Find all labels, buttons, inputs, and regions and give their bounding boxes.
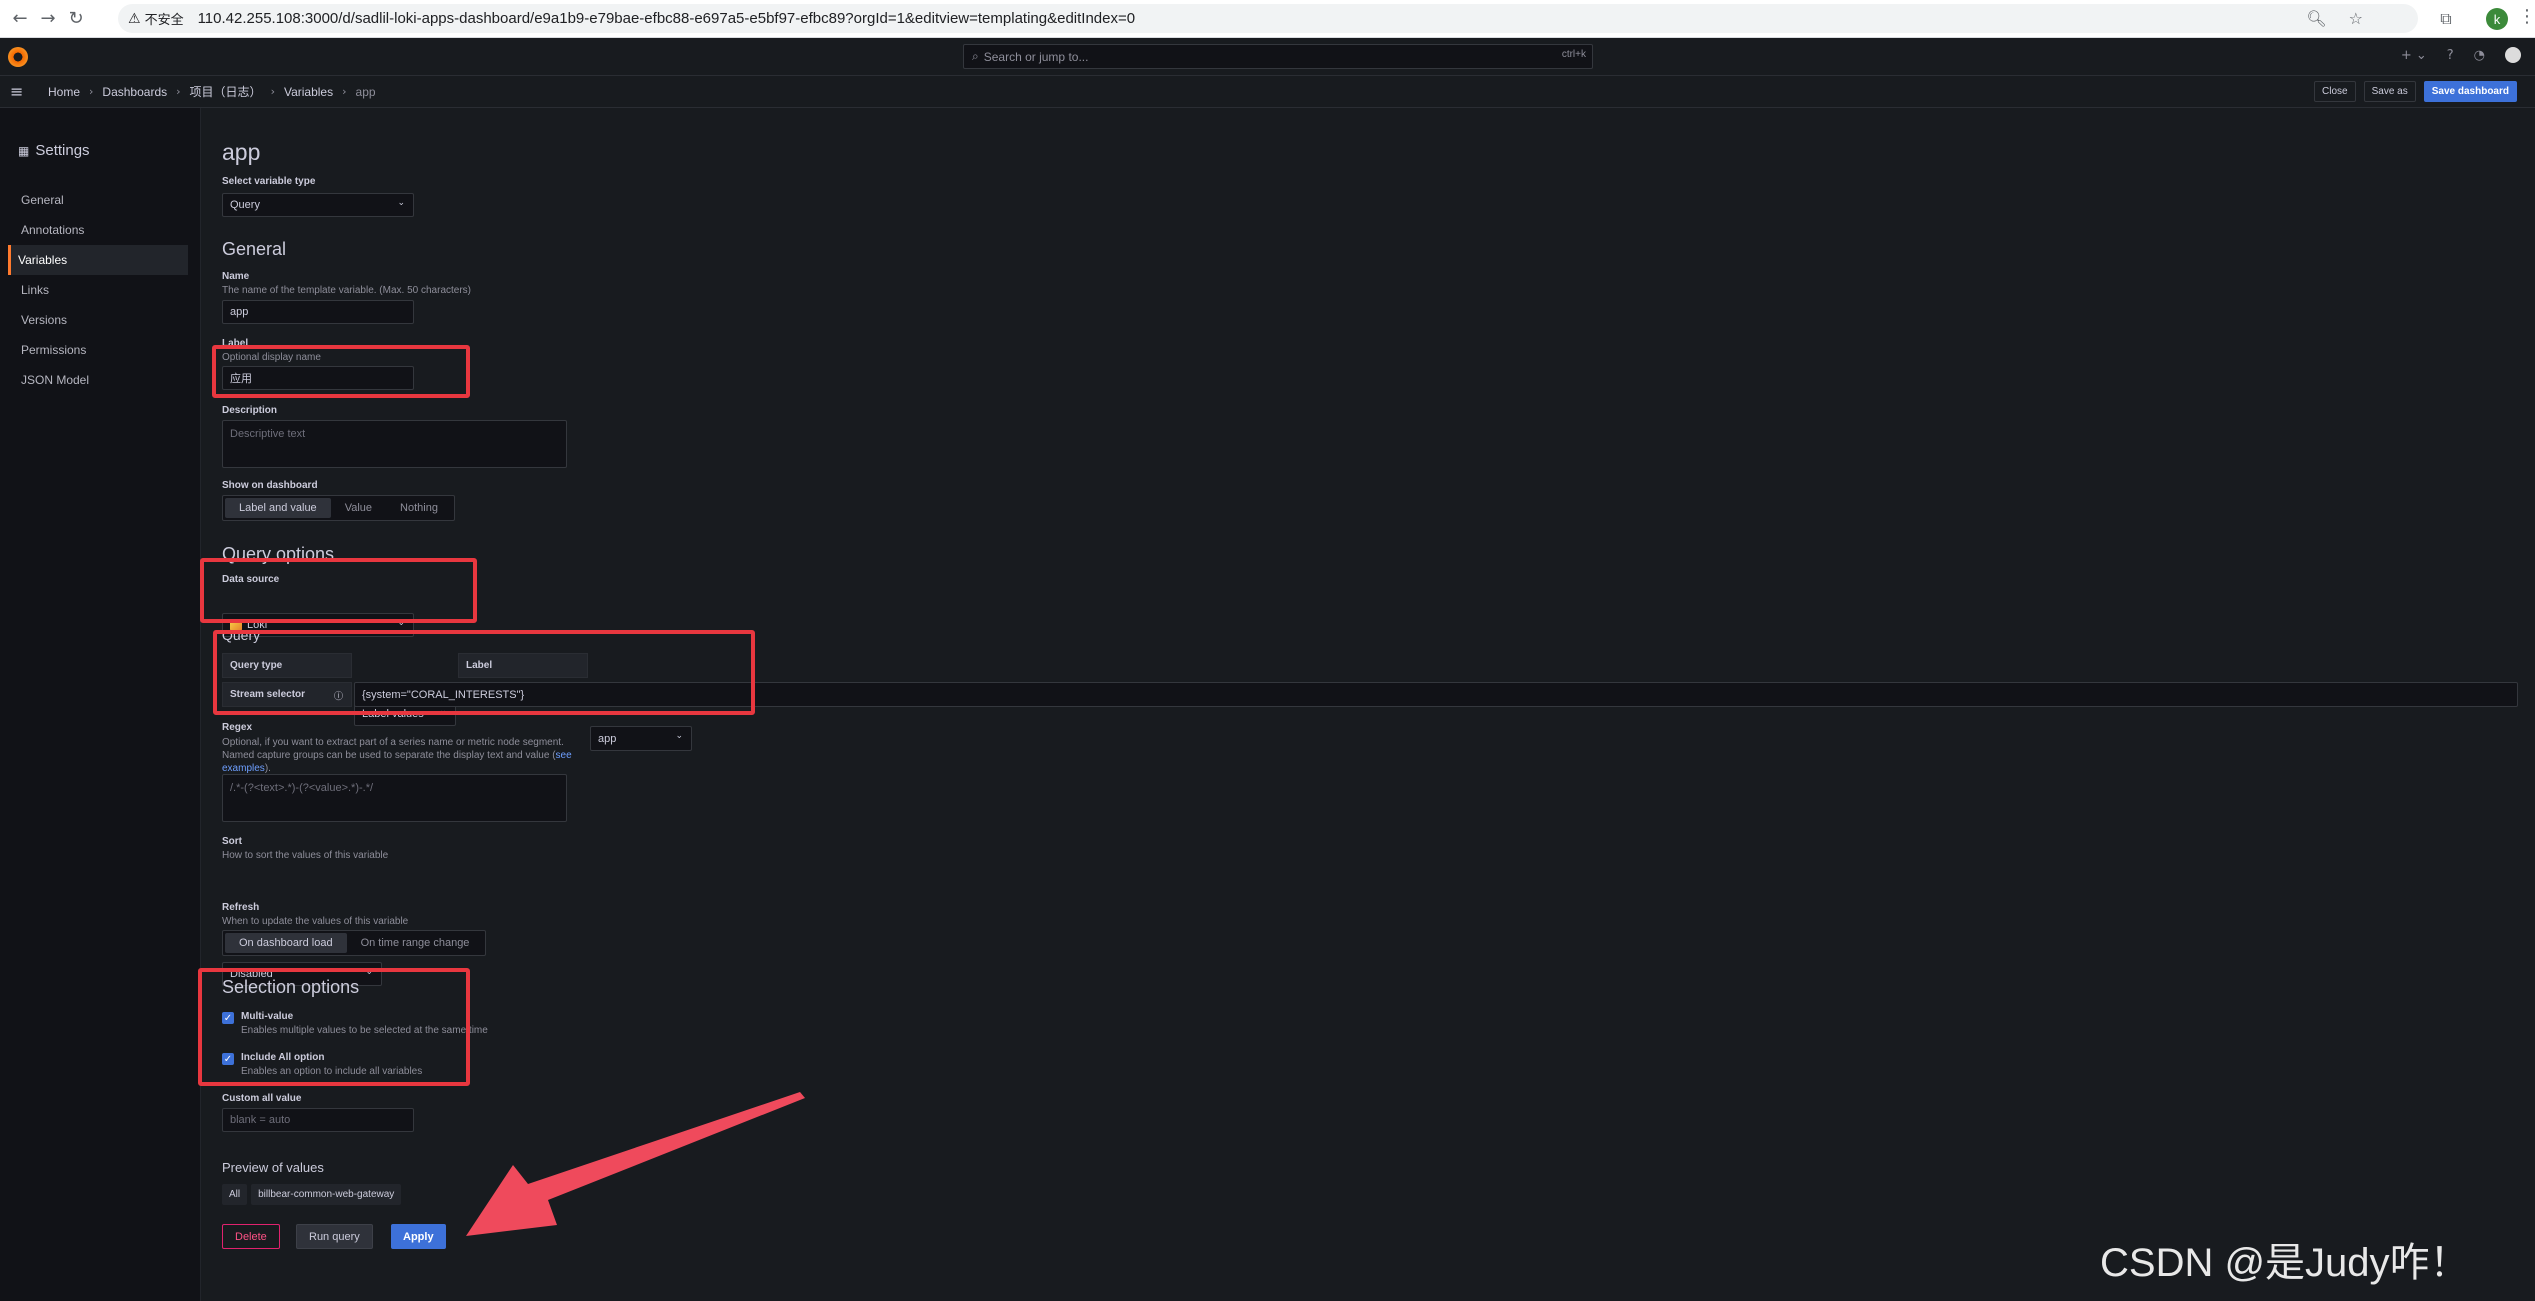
arrow-shape <box>466 1092 805 1236</box>
watermark: CSDN @是Judy咋！ <box>2100 1241 2470 1285</box>
annotation-arrow <box>466 1092 805 1236</box>
